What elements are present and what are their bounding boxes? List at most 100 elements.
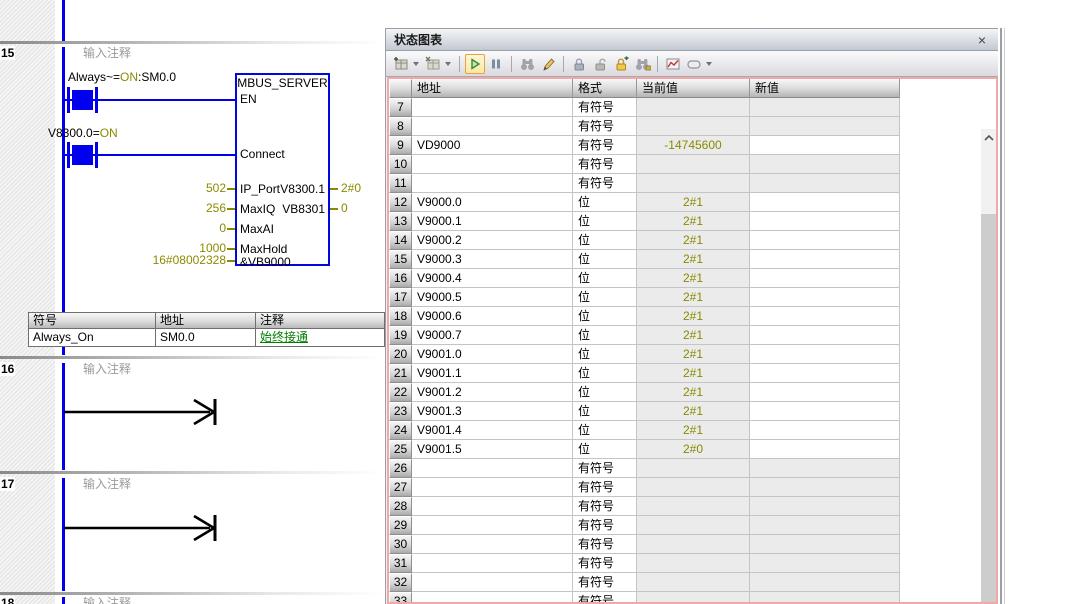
read-all-button[interactable]: [517, 54, 537, 74]
format-cell[interactable]: 位: [573, 440, 637, 459]
new-value-cell[interactable]: [750, 516, 900, 535]
address-cell[interactable]: [412, 535, 573, 554]
address-cell[interactable]: V9000.0: [412, 193, 573, 212]
network-18-comment[interactable]: 输入注释: [83, 596, 131, 604]
address-cell[interactable]: V9000.4: [412, 269, 573, 288]
contact2-operand-label[interactable]: V8300.0=ON: [48, 126, 118, 140]
format-cell[interactable]: 有符号: [573, 535, 637, 554]
address-cell[interactable]: [412, 155, 573, 174]
new-value-cell[interactable]: [750, 193, 900, 212]
format-cell[interactable]: 有符号: [573, 478, 637, 497]
delete-chart-button[interactable]: [423, 54, 443, 74]
row-number-cell[interactable]: 19: [389, 326, 412, 345]
format-cell[interactable]: 位: [573, 212, 637, 231]
new-value-cell[interactable]: [750, 155, 900, 174]
address-cell[interactable]: VD9000: [412, 136, 573, 155]
address-cell[interactable]: V9000.6: [412, 307, 573, 326]
vertical-scrollbar[interactable]: [981, 129, 997, 600]
new-value-cell[interactable]: [750, 345, 900, 364]
address-cell[interactable]: V9001.2: [412, 383, 573, 402]
new-value-cell[interactable]: [750, 459, 900, 478]
row-number-cell[interactable]: 20: [389, 345, 412, 364]
new-value-column-header[interactable]: 新值: [750, 79, 900, 98]
force-button[interactable]: [569, 54, 589, 74]
format-cell[interactable]: 有符号: [573, 136, 637, 155]
new-value-cell[interactable]: [750, 535, 900, 554]
row-number-cell[interactable]: 31: [389, 554, 412, 573]
format-cell[interactable]: 位: [573, 364, 637, 383]
new-value-cell[interactable]: [750, 497, 900, 516]
format-cell[interactable]: 位: [573, 421, 637, 440]
format-cell[interactable]: 位: [573, 231, 637, 250]
status-chart-titlebar[interactable]: 状态图表 ×: [386, 29, 998, 51]
ip-port-value[interactable]: 502: [130, 181, 226, 195]
format-cell[interactable]: 有符号: [573, 155, 637, 174]
address-cell[interactable]: [412, 98, 573, 117]
trend-view-button[interactable]: [663, 54, 683, 74]
new-value-cell[interactable]: [750, 98, 900, 117]
row-number-cell[interactable]: 33: [389, 592, 412, 604]
format-cell[interactable]: 有符号: [573, 497, 637, 516]
new-value-cell[interactable]: [750, 136, 900, 155]
properties-button[interactable]: [684, 54, 704, 74]
out1-value[interactable]: 2#0: [341, 181, 361, 195]
row-number-cell[interactable]: 24: [389, 421, 412, 440]
row-number-cell[interactable]: 29: [389, 516, 412, 535]
row-number-cell[interactable]: 14: [389, 231, 412, 250]
new-value-cell[interactable]: [750, 592, 900, 604]
address-cell[interactable]: V9001.3: [412, 402, 573, 421]
row-number-cell[interactable]: 18: [389, 307, 412, 326]
new-value-cell[interactable]: [750, 364, 900, 383]
row-number-cell[interactable]: 32: [389, 573, 412, 592]
row-number-cell[interactable]: 17: [389, 288, 412, 307]
address-cell[interactable]: V9001.4: [412, 421, 573, 440]
row-number-cell[interactable]: 9: [389, 136, 412, 155]
format-cell[interactable]: 位: [573, 326, 637, 345]
address-cell[interactable]: V9001.5: [412, 440, 573, 459]
row-number-cell[interactable]: 27: [389, 478, 412, 497]
row-number-cell[interactable]: 28: [389, 497, 412, 516]
new-value-cell[interactable]: [750, 307, 900, 326]
new-value-cell[interactable]: [750, 250, 900, 269]
empty-rung-arrow[interactable]: [64, 395, 224, 429]
address-cell[interactable]: V9000.5: [412, 288, 573, 307]
address-cell[interactable]: V9000.2: [412, 231, 573, 250]
format-cell[interactable]: 有符号: [573, 554, 637, 573]
row-number-cell[interactable]: 22: [389, 383, 412, 402]
address-cell[interactable]: [412, 573, 573, 592]
insert-chart-button[interactable]: [391, 54, 411, 74]
network-15-comment[interactable]: 输入注释: [83, 46, 131, 60]
format-cell[interactable]: 有符号: [573, 98, 637, 117]
new-value-cell[interactable]: [750, 212, 900, 231]
address-cell[interactable]: [412, 478, 573, 497]
row-number-cell[interactable]: 30: [389, 535, 412, 554]
close-icon[interactable]: ×: [974, 32, 990, 48]
address-cell[interactable]: [412, 516, 573, 535]
out2-value[interactable]: 0: [341, 201, 348, 215]
contact1-operand-label[interactable]: Always~=ON:SM0.0: [68, 70, 176, 84]
scrollbar-thumb[interactable]: [981, 214, 997, 603]
unforce-all-button[interactable]: [611, 54, 631, 74]
vb9000-value[interactable]: 16#08002328: [130, 253, 226, 267]
address-cell[interactable]: V9000.7: [412, 326, 573, 345]
contact-v8300-0[interactable]: [67, 142, 98, 168]
format-cell[interactable]: 有符号: [573, 516, 637, 535]
row-number-cell[interactable]: 15: [389, 250, 412, 269]
address-cell[interactable]: V9001.0: [412, 345, 573, 364]
address-cell[interactable]: [412, 117, 573, 136]
chart-status-on-button[interactable]: [465, 54, 485, 74]
row-number-cell[interactable]: 23: [389, 402, 412, 421]
new-value-cell[interactable]: [750, 440, 900, 459]
row-number-cell[interactable]: 21: [389, 364, 412, 383]
address-column-header[interactable]: 地址: [412, 79, 573, 98]
network-16-comment[interactable]: 输入注释: [83, 362, 131, 376]
format-cell[interactable]: 位: [573, 250, 637, 269]
new-value-cell[interactable]: [750, 478, 900, 497]
format-cell[interactable]: 有符号: [573, 459, 637, 478]
maxiq-value[interactable]: 256: [130, 201, 226, 215]
new-value-cell[interactable]: [750, 402, 900, 421]
format-cell[interactable]: 有符号: [573, 174, 637, 193]
row-number-cell[interactable]: 12: [389, 193, 412, 212]
address-cell[interactable]: [412, 459, 573, 478]
address-cell[interactable]: V9001.1: [412, 364, 573, 383]
